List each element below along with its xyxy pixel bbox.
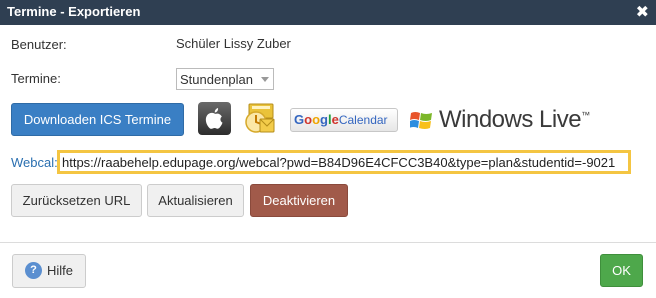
refresh-button[interactable]: Aktualisieren — [147, 184, 244, 217]
user-value: Schüler Lissy Zuber — [176, 36, 291, 51]
webcal-url-field[interactable]: https://raabehelp.edupage.org/webcal?pwd… — [57, 150, 631, 174]
dates-select-value: Stundenplan — [180, 72, 254, 87]
google-calendar-label: Calendar — [338, 113, 388, 127]
deactivate-button[interactable]: Deaktivieren — [250, 184, 348, 217]
windows-live-label: Windows Live™ — [439, 106, 590, 133]
apple-icon — [205, 108, 223, 129]
outlook-button[interactable] — [243, 102, 276, 135]
webcal-label: Webcal: — [11, 155, 58, 170]
download-ics-button[interactable]: Downloaden ICS Termine — [11, 103, 184, 136]
help-icon: ? — [24, 262, 42, 279]
outlook-icon — [245, 103, 275, 133]
close-icon[interactable]: ✖ — [636, 2, 649, 22]
apple-calendar-button[interactable] — [198, 102, 231, 135]
footer-divider — [0, 242, 656, 243]
reset-url-button[interactable]: Zurücksetzen URL — [11, 184, 142, 217]
dialog-title: Termine - Exportieren — [7, 4, 141, 19]
dates-label: Termine: — [11, 71, 61, 86]
chevron-down-icon — [261, 77, 269, 82]
windows-flag-icon — [410, 112, 432, 129]
user-label: Benutzer: — [11, 37, 67, 52]
dialog-titlebar: Termine - Exportieren ✖ — [0, 0, 656, 25]
ok-button[interactable]: OK — [600, 254, 643, 287]
help-button[interactable]: ? Hilfe — [12, 254, 86, 288]
dates-select[interactable]: Stundenplan — [176, 68, 274, 90]
google-calendar-button[interactable]: GoogleCalendar — [290, 108, 398, 132]
help-label: Hilfe — [46, 263, 73, 278]
